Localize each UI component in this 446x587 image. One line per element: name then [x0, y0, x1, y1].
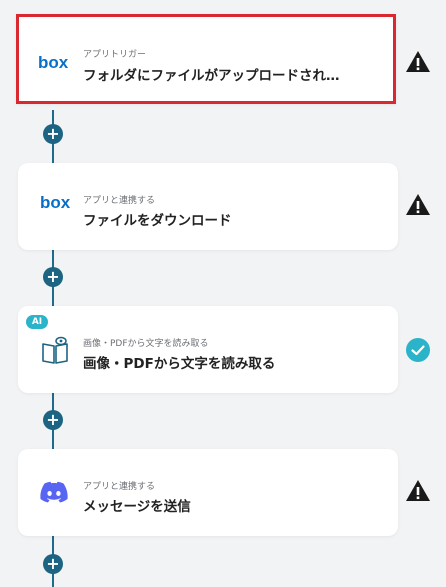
- add-step-button[interactable]: +: [43, 124, 63, 144]
- add-step-button[interactable]: +: [43, 267, 63, 287]
- step-card-download[interactable]: box アプリと連携する ファイルをダウンロード: [18, 163, 398, 250]
- ocr-book-icon: [40, 336, 70, 364]
- warning-icon: [405, 478, 431, 504]
- svg-text:box: box: [38, 53, 68, 72]
- warning-icon: [405, 192, 431, 218]
- step-subtitle: アプリと連携する: [83, 196, 156, 206]
- step-title: ファイルをダウンロード: [83, 213, 232, 229]
- box-logo-icon: box: [40, 193, 71, 219]
- discord-logo-icon: [40, 481, 70, 507]
- box-logo-icon: box: [38, 53, 69, 79]
- svg-text:box: box: [40, 193, 70, 212]
- warning-icon: [405, 49, 431, 75]
- step-title: フォルダにファイルがアップロードされ…: [83, 68, 340, 84]
- ai-badge: AI: [26, 315, 48, 329]
- check-complete-icon: [406, 338, 432, 364]
- add-step-button[interactable]: +: [43, 554, 63, 574]
- step-subtitle: アプリトリガー: [83, 50, 147, 60]
- step-title: メッセージを送信: [83, 499, 191, 515]
- step-subtitle: 画像・PDFから文字を読み取る: [83, 339, 209, 349]
- step-card-discord[interactable]: アプリと連携する メッセージを送信: [18, 449, 398, 536]
- step-subtitle: アプリと連携する: [83, 482, 156, 492]
- step-title: 画像・PDFから文字を読み取る: [83, 356, 276, 372]
- step-card-trigger[interactable]: box アプリトリガー フォルダにファイルがアップロードされ…: [16, 14, 396, 104]
- step-card-ocr[interactable]: 画像・PDFから文字を読み取る 画像・PDFから文字を読み取る: [18, 306, 398, 393]
- add-step-button[interactable]: +: [43, 410, 63, 430]
